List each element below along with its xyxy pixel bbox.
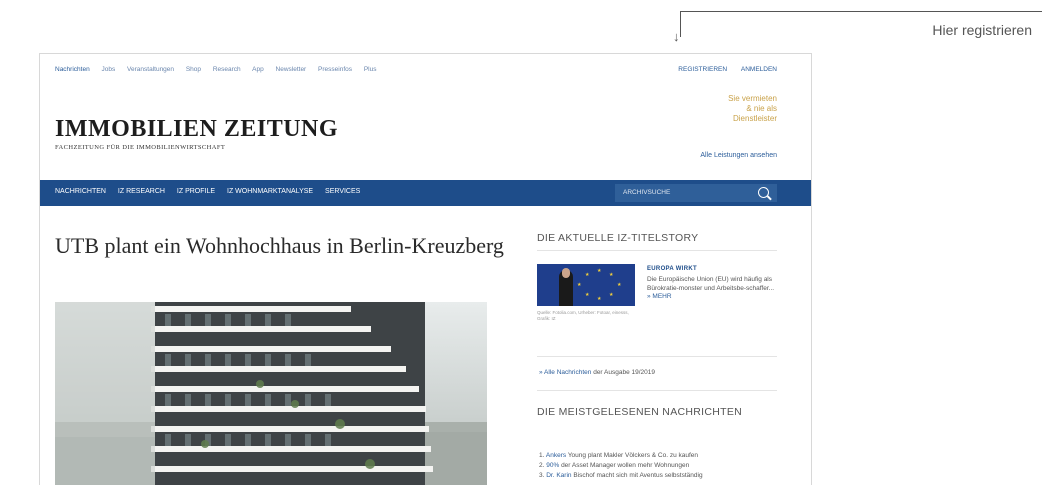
search-icon[interactable] — [758, 187, 769, 198]
callout-label: Hier registrieren — [932, 22, 1032, 38]
login-link[interactable]: ANMELDEN — [741, 66, 777, 73]
callout-line — [680, 11, 1042, 12]
logo-subtitle: FACHZEITUNG FÜR DIE IMMOBILIENWIRTSCHAFT — [55, 144, 226, 151]
top-nav-item-nachrichten[interactable]: Nachrichten — [55, 66, 90, 73]
item-text: Young plant Makler Völckers & Co. zu kau… — [567, 452, 699, 459]
item-text: der Asset Manager wollen mehr Wohnungen — [561, 462, 690, 469]
item-keyword: Dr. Karin — [546, 472, 572, 479]
main-nav-item-iz-profile[interactable]: IZ PROFILE — [177, 188, 215, 195]
mostread-item[interactable]: 2. 90% der Asset Manager wollen mehr Woh… — [539, 461, 777, 471]
issue-news-link: » Alle Nachrichten der Ausgabe 19/2019 — [539, 369, 655, 376]
arrow-down-icon: ↓ — [673, 29, 680, 44]
main-nav-item-iz-wohnmarktanalyse[interactable]: IZ WOHNMARKTANALYSE — [227, 188, 313, 195]
top-nav-item-shop[interactable]: Shop — [186, 66, 201, 73]
mostread-list: 1. Ankers Young plant Makler Völckers & … — [539, 451, 777, 481]
account-links: REGISTRIEREN ANMELDEN — [666, 66, 777, 73]
top-nav-item-newsletter[interactable]: Newsletter — [276, 66, 307, 73]
top-nav-item-plus[interactable]: Plus — [364, 66, 377, 73]
sidebar: DIE AKTUELLE IZ-TITELSTORY ★ ★ ★ ★ ★ ★ ★… — [537, 232, 777, 479]
article-hero-image — [55, 302, 487, 485]
top-nav-item-research[interactable]: Research — [213, 66, 241, 73]
promo-link[interactable]: Alle Leistungen ansehen — [700, 152, 777, 159]
divider — [537, 390, 777, 391]
main-nav-item-iz-research[interactable]: IZ RESEARCH — [118, 188, 165, 195]
titlestory-teaser: Die Europäische Union (EU) wird häufig a… — [647, 276, 777, 302]
item-keyword: 90% — [546, 462, 560, 469]
rank-number: 1. — [539, 452, 545, 459]
top-nav-item-veranstaltungen[interactable]: Veranstaltungen — [127, 66, 174, 73]
item-text: Bischof macht sich mit Aventus selbststä… — [573, 472, 703, 479]
register-link[interactable]: REGISTRIEREN — [678, 66, 727, 73]
divider — [537, 356, 777, 357]
all-news-link[interactable]: » Alle Nachrichten — [539, 369, 591, 376]
rank-number: 2. — [539, 462, 545, 469]
archive-search-placeholder: ARCHIVSUCHE — [623, 189, 671, 196]
titlestory-title[interactable]: EUROPA WIRKT — [647, 266, 697, 272]
main-nav-item-services[interactable]: SERVICES — [325, 188, 360, 195]
mostread-item[interactable]: 3. Dr. Karin Bischof macht sich mit Aven… — [539, 471, 777, 481]
main-nav: NACHRICHTEN IZ RESEARCH IZ PROFILE IZ WO… — [40, 180, 811, 206]
top-nav: Nachrichten Jobs Veranstaltungen Shop Re… — [55, 66, 386, 73]
mostread-heading: DIE MEISTGELESENEN NACHRICHTEN — [537, 406, 743, 418]
cover-caption: Quelle: Fotolia.com, Urheber: Fotoar, ei… — [537, 310, 629, 321]
main-nav-item-nachrichten[interactable]: NACHRICHTEN — [55, 188, 106, 195]
high-rise-building-illustration — [55, 302, 487, 485]
top-nav-item-presseinfos[interactable]: Presseinfos — [318, 66, 352, 73]
promo-line: & nie als — [746, 104, 777, 113]
divider — [537, 250, 777, 251]
article-headline: UTB plant ein Wohnhochhaus in Berlin-Kre… — [55, 233, 504, 258]
titlestory-cover-image[interactable]: ★ ★ ★ ★ ★ ★ ★ ★ — [537, 264, 635, 306]
mostread-item[interactable]: 1. Ankers Young plant Makler Völckers & … — [539, 451, 777, 461]
site-logo[interactable]: IMMOBILIEN ZEITUNG FACHZEITUNG FÜR DIE I… — [55, 116, 338, 151]
promo-text: Sie vermieten & nie als Dienstleister — [728, 94, 777, 124]
callout-line-vertical — [680, 11, 681, 37]
more-link[interactable]: » MEHR — [647, 293, 672, 300]
website-screenshot: Nachrichten Jobs Veranstaltungen Shop Re… — [39, 53, 812, 485]
top-nav-item-jobs[interactable]: Jobs — [102, 66, 116, 73]
item-keyword: Ankers — [545, 452, 567, 459]
issue-label: der Ausgabe 19/2019 — [593, 369, 656, 376]
rank-number: 3. — [539, 472, 545, 479]
promo-line: Dienstleister — [732, 114, 777, 123]
promo-line: Sie vermieten — [728, 94, 777, 103]
titlestory-text: Die Europäische Union (EU) wird häufig a… — [647, 276, 775, 292]
logo-title: IMMOBILIEN ZEITUNG — [55, 116, 339, 142]
archive-search-input[interactable]: ARCHIVSUCHE — [615, 184, 777, 202]
titlestory-heading: DIE AKTUELLE IZ-TITELSTORY — [537, 232, 699, 244]
top-nav-item-app[interactable]: App — [252, 66, 264, 73]
